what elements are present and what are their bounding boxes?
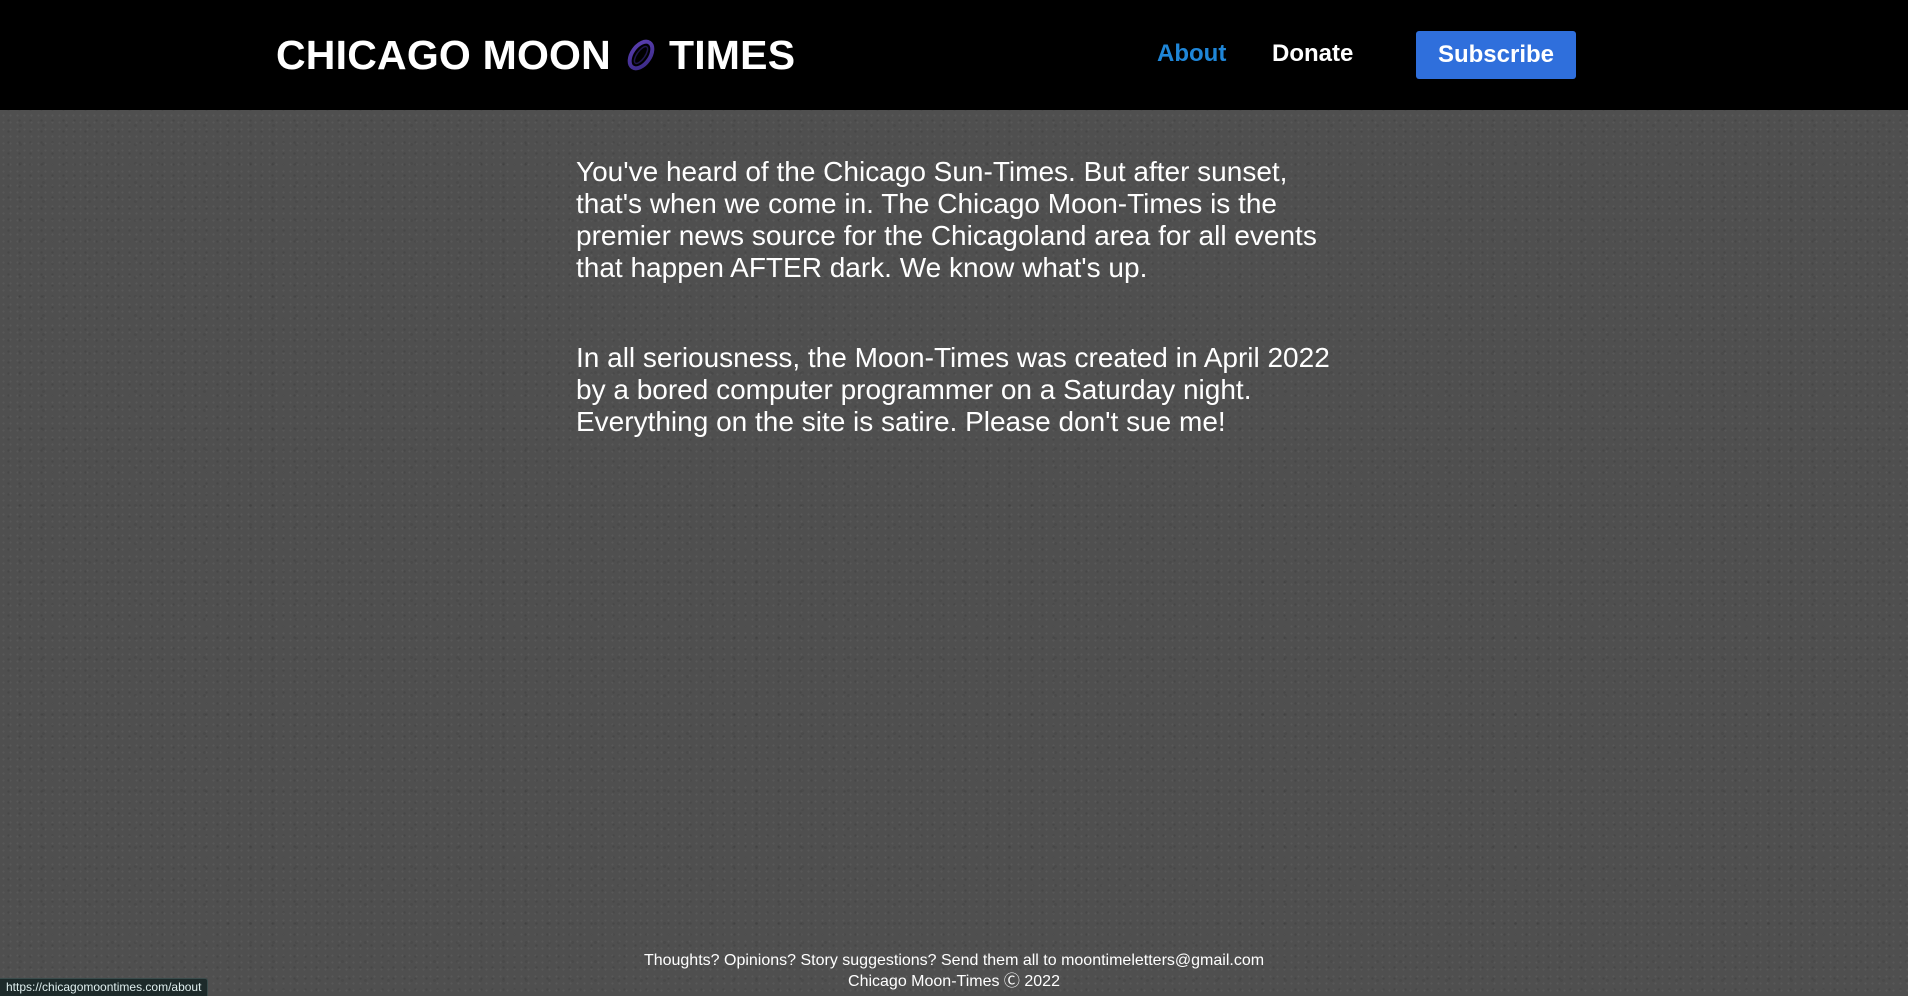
site-logo[interactable]: CHICAGO MOON TIMES: [276, 30, 795, 80]
link-hover-status-url: https://chicagomoontimes.com/about: [0, 978, 209, 996]
logo-text-left: CHICAGO MOON: [276, 31, 611, 78]
footer-copyright: Chicago Moon-Times Ⓒ 2022: [848, 973, 1060, 990]
nav-link-about[interactable]: About: [1157, 40, 1226, 68]
nav-link-donate[interactable]: Donate: [1272, 40, 1353, 68]
site-header: CHICAGO MOON TIMES About Donate Subscrib…: [0, 0, 1908, 110]
footer-contact-text: Thoughts? Opinions? Story suggestions? S…: [643, 952, 1265, 969]
about-content: You've heard of the Chicago Sun-Times. B…: [576, 156, 1356, 438]
about-paragraph-intro: You've heard of the Chicago Sun-Times. B…: [576, 156, 1317, 283]
moon-planet-icon: [623, 35, 659, 75]
about-paragraph-disclaimer: In all seriousness, the Moon-Times was c…: [576, 342, 1330, 437]
site-footer: Thoughts? Opinions? Story suggestions? S…: [0, 950, 1908, 992]
logo-text-right: TIMES: [668, 31, 796, 78]
subscribe-button[interactable]: Subscribe: [1416, 31, 1576, 79]
